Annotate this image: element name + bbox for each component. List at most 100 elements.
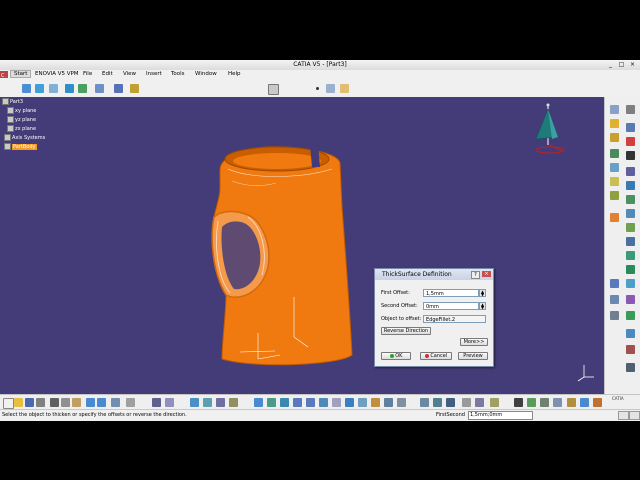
thick-surface-icon[interactable] (610, 213, 619, 222)
measure-icon[interactable] (626, 329, 635, 338)
new-icon[interactable] (3, 398, 14, 409)
groove-icon[interactable] (626, 137, 635, 146)
fillet-icon[interactable] (610, 191, 619, 200)
cut-icon[interactable] (50, 398, 59, 407)
menu-tools[interactable]: Tools (171, 71, 185, 77)
design-table-icon[interactable] (490, 398, 499, 407)
sketch-icon[interactable] (268, 84, 279, 95)
apply-icon[interactable] (580, 398, 589, 407)
zoom-out-icon[interactable] (306, 398, 315, 407)
fly-icon[interactable] (540, 398, 549, 407)
tree-root[interactable]: Part3 (2, 98, 23, 105)
part-model[interactable] (211, 145, 353, 366)
reverse-direction-button[interactable]: Reverse Direction (381, 327, 431, 335)
line-icon[interactable] (326, 84, 335, 93)
mirror-icon[interactable] (610, 279, 619, 288)
boolean-icon[interactable] (626, 311, 635, 320)
menu-enovia[interactable]: ENOVIA V5 VPM (35, 71, 79, 77)
menu-start[interactable]: Start (10, 70, 32, 78)
axis-system-icon[interactable] (229, 398, 238, 407)
save-icon[interactable] (25, 398, 34, 407)
swap-visible-space-icon[interactable] (126, 398, 135, 407)
analysis-icon[interactable] (626, 363, 635, 372)
removed-loft-icon[interactable] (626, 181, 635, 190)
undo-icon[interactable] (22, 84, 31, 93)
shading-edges-icon[interactable] (371, 398, 380, 407)
second-offset-field[interactable]: 0mm (423, 302, 479, 310)
chamfer-icon[interactable] (626, 195, 635, 204)
menu-edit[interactable]: Edit (102, 71, 113, 77)
pattern-icon[interactable] (626, 279, 635, 288)
shell-icon[interactable] (626, 223, 635, 232)
measure-inertia-icon[interactable] (446, 398, 455, 407)
stiffener-icon[interactable] (626, 167, 635, 176)
undo-icon[interactable] (86, 398, 95, 407)
pan-icon[interactable] (267, 398, 276, 407)
tree-item-axis-systems[interactable]: Axis Systems (4, 134, 45, 141)
catia-app-icon[interactable]: C (0, 71, 9, 79)
second-offset-spinner[interactable]: ▲ ▼ (479, 302, 486, 310)
rotate-icon[interactable] (280, 398, 289, 407)
close-button[interactable]: × (628, 61, 637, 68)
iso-view-icon[interactable] (345, 398, 354, 407)
rib-icon[interactable] (626, 151, 635, 160)
thicksurface-dialog[interactable]: ThickSurface Definition ? × First Offset… (374, 268, 494, 367)
ok-button[interactable]: OK (381, 352, 411, 360)
knowledge-icon[interactable] (165, 398, 174, 407)
redo-icon[interactable] (35, 84, 44, 93)
restore-button[interactable]: □ (617, 61, 626, 68)
3d-viewport[interactable]: Part3 xy plane yz plane zx plane Axis Sy… (0, 97, 604, 394)
redo-icon[interactable] (97, 398, 106, 407)
spin-icon[interactable] (514, 398, 523, 407)
shaft-icon[interactable] (610, 133, 619, 142)
menu-help[interactable]: Help (228, 71, 241, 77)
pocket-icon[interactable] (626, 123, 635, 132)
thickness-icon[interactable] (626, 237, 635, 246)
open-icon[interactable] (14, 398, 23, 407)
menu-view[interactable]: View (123, 71, 136, 77)
dialog-title-bar[interactable]: ThickSurface Definition ? × (375, 269, 493, 280)
pad-icon[interactable] (610, 119, 619, 128)
print-icon[interactable] (36, 398, 45, 407)
sketcher-icon[interactable] (610, 105, 619, 114)
catalog-icon[interactable] (190, 398, 199, 407)
more-button[interactable]: More>> (460, 338, 488, 346)
constraint-icon[interactable] (610, 311, 619, 320)
scaling-icon[interactable] (610, 295, 619, 304)
thread-icon[interactable] (626, 251, 635, 260)
hole-icon[interactable] (610, 149, 619, 158)
plane-icon[interactable] (340, 84, 349, 93)
stop-icon[interactable] (618, 411, 629, 420)
tree-item-xy-plane[interactable]: xy plane (7, 107, 36, 114)
fly-mode-icon[interactable] (216, 398, 225, 407)
cancel-button[interactable]: Cancel (420, 352, 452, 360)
split-icon[interactable] (626, 265, 635, 274)
draft-icon[interactable] (626, 209, 635, 218)
fit-all-icon[interactable] (65, 84, 74, 93)
normal-view-icon[interactable] (319, 398, 328, 407)
compass-icon[interactable] (535, 103, 565, 154)
apply-material-icon[interactable] (626, 345, 635, 354)
tree-item-zx-plane[interactable]: zx plane (7, 125, 36, 132)
shading-icon[interactable] (130, 84, 139, 93)
first-offset-field[interactable]: 1,5mm (423, 289, 479, 297)
preview-button[interactable]: Preview (458, 352, 488, 360)
copy-icon[interactable] (61, 398, 70, 407)
slot-icon[interactable] (610, 163, 619, 172)
swap-icon[interactable] (397, 398, 406, 407)
dialog-close-button[interactable]: × (482, 271, 491, 277)
hide-icon[interactable] (384, 398, 393, 407)
fit-all-in-icon[interactable] (254, 398, 263, 407)
measure-between-icon[interactable] (420, 398, 429, 407)
menu-insert[interactable]: Insert (146, 71, 162, 77)
shading-icon[interactable] (358, 398, 367, 407)
zoom-in-icon[interactable] (293, 398, 302, 407)
render-icon[interactable] (593, 398, 602, 407)
analysis-icon[interactable] (553, 398, 562, 407)
quick-view-icon[interactable] (114, 84, 123, 93)
menu-file[interactable]: File (83, 71, 92, 77)
loft-icon[interactable] (610, 177, 619, 186)
view-icon[interactable] (527, 398, 536, 407)
paste-icon[interactable] (72, 398, 81, 407)
material-icon[interactable] (567, 398, 576, 407)
